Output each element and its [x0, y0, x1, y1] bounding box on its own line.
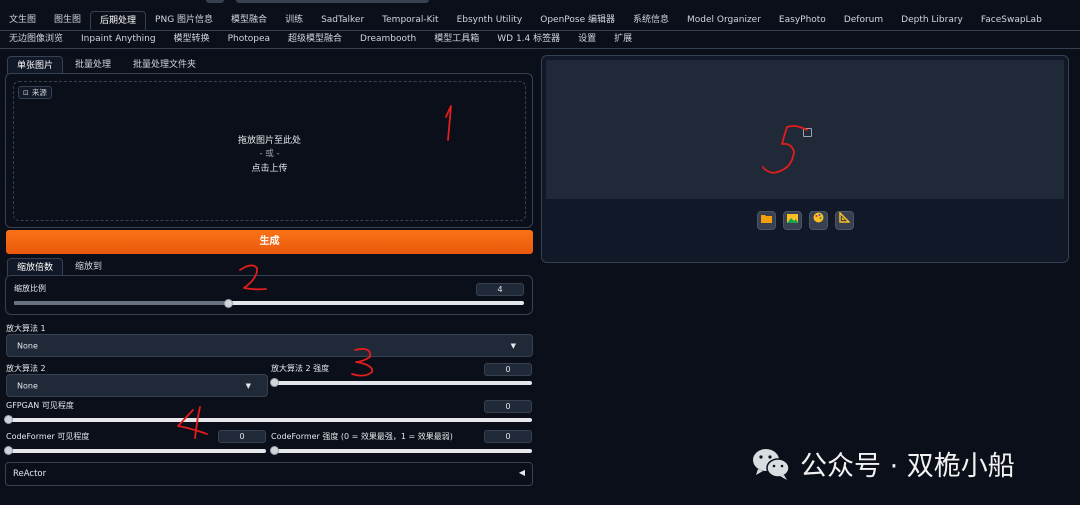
annotation-overlay	[177, 105, 808, 439]
annotation-4	[177, 406, 208, 439]
watermark-text: 公众号 · 双桅小船	[800, 451, 1015, 482]
wechat-watermark: 公众号 · 双桅小船	[752, 444, 1015, 483]
annotation-2	[239, 264, 267, 291]
annotation-3	[351, 348, 374, 377]
wechat-logo-icon	[753, 448, 790, 480]
annotation-5	[762, 125, 808, 174]
annotation-1	[445, 105, 452, 141]
